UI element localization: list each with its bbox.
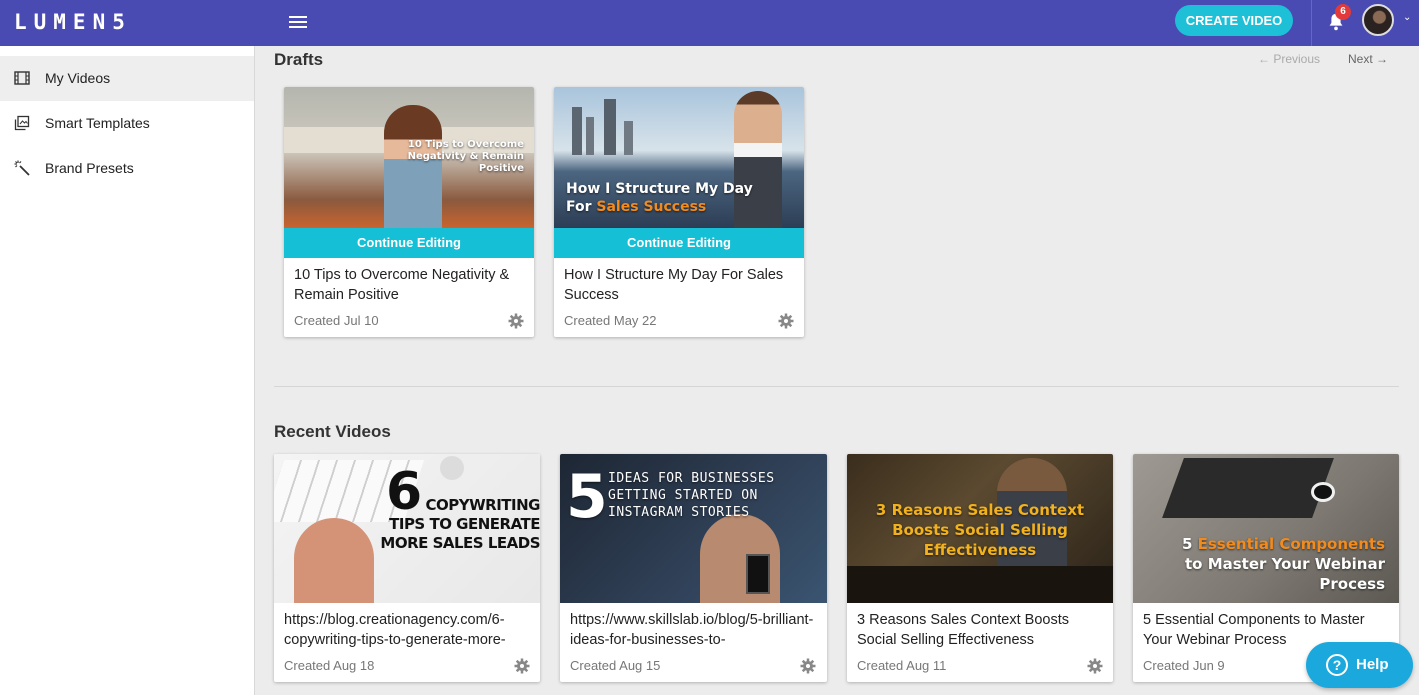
help-label: Help <box>1356 656 1389 673</box>
previous-link[interactable]: ← Previous <box>1258 52 1320 66</box>
card-date: Created Aug 11 <box>857 658 947 673</box>
gear-icon[interactable] <box>778 313 794 329</box>
drafts-heading: Drafts <box>274 50 324 69</box>
menu-icon[interactable] <box>289 13 307 29</box>
card-date: Created Jun 9 <box>1143 658 1225 673</box>
card-title: 3 Reasons Sales Context Boosts Social Se… <box>857 612 1069 648</box>
continue-editing-button[interactable]: Continue Editing <box>284 228 534 258</box>
gear-icon[interactable] <box>1087 658 1103 674</box>
sidebar-item-brand-presets[interactable]: Brand Presets <box>0 146 254 191</box>
logo[interactable]: LUMEN5 <box>14 10 132 34</box>
sidebar-item-smart-templates[interactable]: Smart Templates <box>0 101 254 146</box>
card-date: Created Jul 10 <box>294 313 379 328</box>
top-bar: LUMEN5 CREATE VIDEO 6 ⌄ <box>0 0 1419 46</box>
video-thumbnail: 6 COPYWRITING TIPS TO GENERATE MORE SALE… <box>274 454 540 603</box>
card-title: How I Structure My Day For Sales Success <box>564 267 784 303</box>
gear-icon[interactable] <box>508 313 524 329</box>
card-date: Created Aug 18 <box>284 658 375 673</box>
video-thumbnail: 5 IDEAS FOR BUSINESSES GETTING STARTED O… <box>560 454 827 603</box>
gear-icon[interactable] <box>514 658 530 674</box>
topbar-divider <box>1311 0 1312 46</box>
thumbnail-caption: IDEAS FOR BUSINESSES GETTING STARTED ON … <box>608 471 775 520</box>
gear-icon[interactable] <box>800 658 816 674</box>
thumbnail-caption: How I Structure My Day For Sales Success <box>566 181 753 215</box>
question-icon: ? <box>1326 654 1348 676</box>
recent-videos-heading: Recent Videos <box>274 422 391 441</box>
sidebar: My Videos Smart Templates Brand Presets <box>0 46 255 695</box>
card-date: Created May 22 <box>564 313 657 328</box>
thumbnail-caption: 5 Essential Components to Master Your We… <box>1181 535 1385 593</box>
help-button[interactable]: ? Help <box>1306 642 1413 688</box>
card-title: https://www.skillslab.io/blog/5-brillian… <box>570 612 814 648</box>
video-card[interactable]: 3 Reasons Sales Context Boosts Social Se… <box>847 454 1113 682</box>
video-card[interactable]: 5 IDEAS FOR BUSINESSES GETTING STARTED O… <box>560 454 827 682</box>
thumbnail-caption: COPYWRITING TIPS TO GENERATE MORE SALES … <box>380 496 540 552</box>
notification-badge: 6 <box>1335 4 1351 20</box>
card-date: Created Aug 15 <box>570 658 661 673</box>
draft-card[interactable]: 10 Tips to Overcome Negativity & Remain … <box>284 87 534 337</box>
video-thumbnail: 10 Tips to Overcome Negativity & Remain … <box>284 87 534 228</box>
magic-wand-icon <box>14 160 30 176</box>
thumbnail-caption: 3 Reasons Sales Context Boosts Social Se… <box>875 501 1085 559</box>
section-divider <box>274 386 1399 387</box>
video-thumbnail: 3 Reasons Sales Context Boosts Social Se… <box>847 454 1113 603</box>
card-title: 10 Tips to Overcome Negativity & Remain … <box>294 267 510 303</box>
card-title: https://blog.creationagency.com/6-copywr… <box>284 612 506 648</box>
video-thumbnail: 5 Essential Components to Master Your We… <box>1133 454 1399 603</box>
draft-card[interactable]: How I Structure My Day For Sales Success… <box>554 87 804 337</box>
film-icon <box>14 71 30 85</box>
thumbnail-number: 5 <box>566 462 608 532</box>
avatar[interactable] <box>1362 4 1394 36</box>
templates-icon <box>14 115 30 131</box>
sidebar-item-label: My Videos <box>45 70 111 86</box>
video-thumbnail: How I Structure My Day For Sales Success <box>554 87 804 228</box>
video-card[interactable]: 6 COPYWRITING TIPS TO GENERATE MORE SALE… <box>274 454 540 682</box>
next-link[interactable]: Next → <box>1348 52 1388 66</box>
continue-editing-button[interactable]: Continue Editing <box>554 228 804 258</box>
sidebar-item-label: Smart Templates <box>45 115 150 131</box>
create-video-button[interactable]: CREATE VIDEO <box>1175 5 1293 36</box>
chevron-down-icon[interactable]: ⌄ <box>1403 12 1411 23</box>
sidebar-item-label: Brand Presets <box>45 160 134 176</box>
thumbnail-caption: 10 Tips to Overcome Negativity & Remain … <box>407 139 524 174</box>
sidebar-item-my-videos[interactable]: My Videos <box>0 56 254 101</box>
